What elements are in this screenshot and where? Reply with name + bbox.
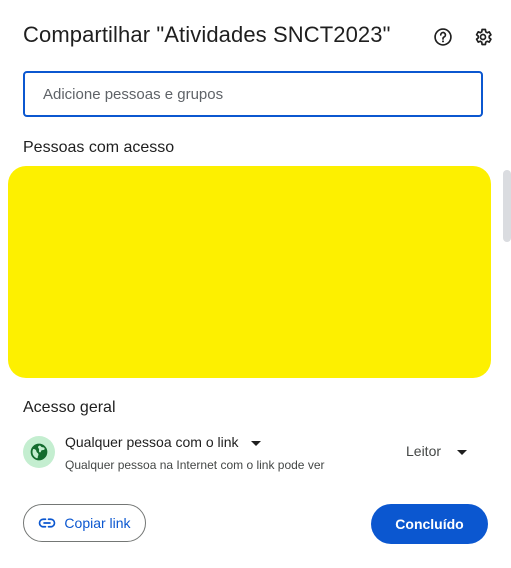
link-access-label: Qualquer pessoa com o link bbox=[65, 434, 239, 450]
copy-link-button[interactable]: Copiar link bbox=[23, 504, 146, 542]
gear-icon bbox=[475, 28, 492, 46]
link-icon bbox=[39, 518, 56, 528]
scrollbar[interactable] bbox=[503, 170, 511, 242]
globe-icon bbox=[23, 436, 55, 468]
settings-button[interactable] bbox=[472, 26, 494, 48]
help-button[interactable] bbox=[432, 26, 454, 48]
dialog-title: Compartilhar "Atividades SNCT2023" bbox=[23, 22, 391, 47]
people-list-redacted bbox=[8, 166, 491, 378]
add-people-field[interactable] bbox=[23, 71, 483, 117]
general-access-label: Acesso geral bbox=[23, 399, 116, 416]
general-access-row: Qualquer pessoa com o link Qualquer pess… bbox=[23, 432, 483, 476]
dropdown-arrow-icon bbox=[250, 434, 261, 450]
copy-link-label: Copiar link bbox=[64, 515, 131, 531]
role-label: Leitor bbox=[406, 443, 442, 459]
done-label: Concluído bbox=[395, 516, 464, 532]
people-with-access-label: Pessoas com acesso bbox=[23, 139, 175, 156]
help-circle-icon bbox=[434, 28, 452, 46]
dropdown-arrow-icon bbox=[457, 443, 468, 459]
done-button[interactable]: Concluído bbox=[371, 504, 488, 544]
role-dropdown[interactable]: Leitor bbox=[406, 443, 468, 459]
link-access-dropdown[interactable]: Qualquer pessoa com o link bbox=[65, 434, 261, 450]
add-people-input[interactable] bbox=[41, 84, 481, 104]
share-dialog: Compartilhar "Atividades SNCT2023" Pesso… bbox=[0, 0, 511, 568]
link-access-description: Qualquer pessoa na Internet com o link p… bbox=[65, 458, 325, 472]
